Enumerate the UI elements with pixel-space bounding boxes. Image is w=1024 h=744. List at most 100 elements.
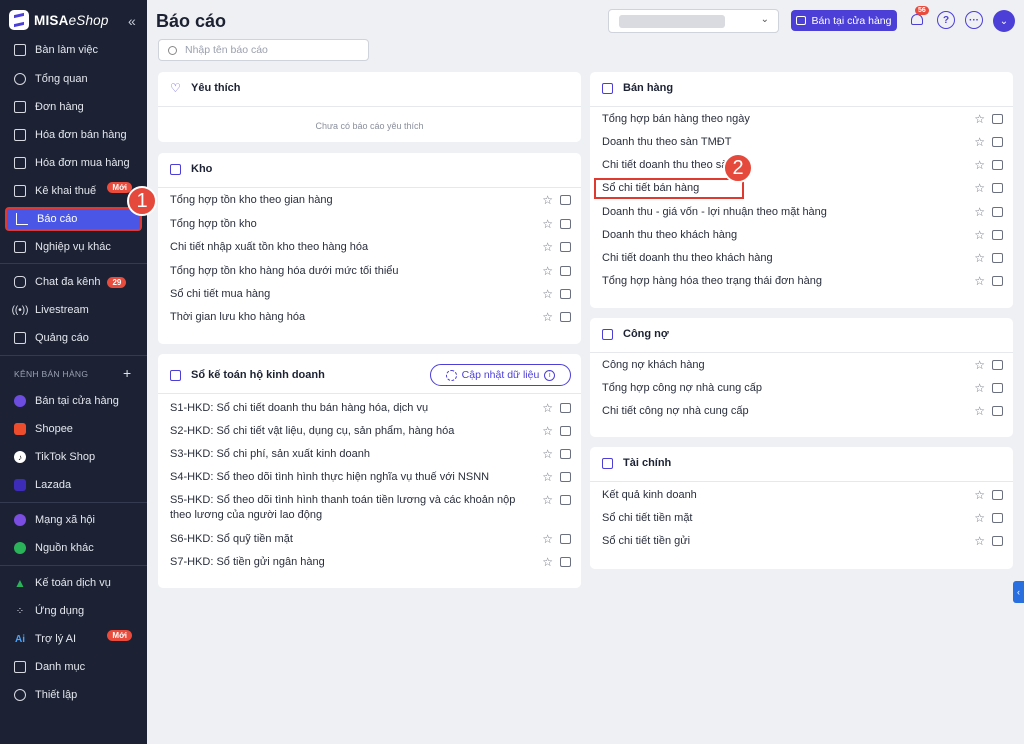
sidebar-item-store[interactable]: Bán tại cửa hàng	[5, 389, 142, 413]
star-icon[interactable]: ☆	[542, 288, 553, 300]
report-row[interactable]: Tổng hợp công nợ nhà cung cấp ☆	[602, 381, 1003, 401]
report-name[interactable]: Sổ chi tiết mua hàng	[170, 287, 542, 302]
star-icon[interactable]: ☆	[542, 265, 553, 277]
report-row[interactable]: S1-HKD: Sổ chi tiết doanh thu bán hàng h…	[170, 401, 571, 421]
image-icon[interactable]	[560, 449, 571, 459]
sidebar-item-orders[interactable]: Đơn hàng	[5, 95, 142, 119]
star-icon[interactable]: ☆	[974, 512, 985, 524]
star-icon[interactable]: ☆	[974, 206, 985, 218]
brand-logo[interactable]: MISAeShop	[0, 0, 147, 40]
star-icon[interactable]: ☆	[974, 182, 985, 194]
image-icon[interactable]	[560, 219, 571, 229]
report-row[interactable]: Chi tiết doanh thu theo sàn ☆	[602, 158, 1003, 178]
sidebar-item-lazada[interactable]: Lazada	[5, 473, 142, 497]
report-row[interactable]: Tổng hợp bán hàng theo ngày ☆	[602, 112, 1003, 132]
report-name[interactable]: Chi tiết doanh thu theo sàn	[602, 158, 974, 173]
report-name[interactable]: S5-HKD: Sổ theo dõi tình hình thanh toán…	[170, 493, 542, 523]
star-icon[interactable]: ☆	[974, 535, 985, 547]
report-name[interactable]: Thời gian lưu kho hàng hóa	[170, 310, 542, 325]
image-icon[interactable]	[560, 495, 571, 505]
star-icon[interactable]: ☆	[542, 402, 553, 414]
star-icon[interactable]: ☆	[974, 159, 985, 171]
report-name[interactable]: S2-HKD: Sổ chi tiết vật liệu, dụng cụ, s…	[170, 424, 542, 439]
image-icon[interactable]	[992, 183, 1003, 193]
report-row[interactable]: S5-HKD: Sổ theo dõi tình hình thanh toán…	[170, 493, 571, 527]
star-icon[interactable]: ☆	[542, 425, 553, 437]
sidebar-item-shopee[interactable]: Shopee	[5, 417, 142, 441]
info-icon[interactable]: i	[544, 369, 556, 381]
image-icon[interactable]	[992, 253, 1003, 263]
expand-panel-chevron-icon[interactable]: ‹	[1013, 581, 1024, 603]
more-icon[interactable]: ···	[965, 11, 983, 29]
report-row[interactable]: Chi tiết doanh thu theo khách hàng ☆	[602, 251, 1003, 271]
image-icon[interactable]	[992, 137, 1003, 147]
star-icon[interactable]: ☆	[974, 113, 985, 125]
sidebar-item-ai[interactable]: Ai Trợ lý AI Mới	[5, 627, 142, 651]
update-data-button[interactable]: Cập nhật dữ liệu i	[430, 364, 571, 386]
sell-in-store-button[interactable]: Bán tại cửa hàng	[791, 10, 897, 31]
report-name[interactable]: Tổng hợp hàng hóa theo trạng thái đơn hà…	[602, 274, 974, 289]
report-name[interactable]: Tổng hợp tồn kho theo gian hàng	[170, 193, 542, 208]
sidebar-item-tiktok[interactable]: ♪ TikTok Shop	[5, 445, 142, 469]
report-name[interactable]: S4-HKD: Sổ theo dõi tình hình thực hiện …	[170, 470, 542, 485]
star-icon[interactable]: ☆	[542, 471, 553, 483]
store-select[interactable]: ⌄	[608, 9, 779, 33]
image-icon[interactable]	[560, 289, 571, 299]
report-name[interactable]: Doanh thu theo khách hàng	[602, 228, 974, 243]
report-row[interactable]: S3-HKD: Sổ chi phí, sản xuất kinh doanh ☆	[170, 447, 571, 467]
image-icon[interactable]	[992, 207, 1003, 217]
report-name[interactable]: Tổng hợp tồn kho	[170, 217, 542, 232]
report-name[interactable]: Tổng hợp công nợ nhà cung cấp	[602, 381, 974, 396]
star-icon[interactable]: ☆	[542, 194, 553, 206]
sidebar-item-purchase-invoices[interactable]: Hóa đơn mua hàng	[5, 151, 142, 175]
sidebar-item-social[interactable]: Mạng xã hội	[5, 508, 142, 532]
star-icon[interactable]: ☆	[542, 533, 553, 545]
image-icon[interactable]	[560, 534, 571, 544]
image-icon[interactable]	[992, 490, 1003, 500]
sidebar-item-tax[interactable]: Kê khai thuế Mới	[5, 179, 142, 203]
image-icon[interactable]	[560, 242, 571, 252]
report-row[interactable]: S7-HKD: Sổ tiền gửi ngân hàng ☆	[170, 555, 571, 575]
avatar[interactable]: ⌄	[993, 10, 1015, 32]
add-channel-icon[interactable]: +	[123, 365, 131, 381]
image-icon[interactable]	[560, 472, 571, 482]
report-row[interactable]: Tổng hợp tồn kho theo gian hàng ☆	[170, 193, 571, 213]
star-icon[interactable]: ☆	[974, 275, 985, 287]
image-icon[interactable]	[992, 513, 1003, 523]
report-row[interactable]: Tổng hợp tồn kho ☆	[170, 217, 571, 237]
image-icon[interactable]	[560, 426, 571, 436]
report-row[interactable]: Chi tiết nhập xuất tồn kho theo hàng hóa…	[170, 240, 571, 260]
sidebar-item-accounting[interactable]: ▲ Kế toán dịch vụ	[5, 571, 142, 595]
report-name[interactable]: Doanh thu - giá vốn - lợi nhuận theo mặt…	[602, 205, 974, 220]
report-name[interactable]: Công nợ khách hàng	[602, 358, 974, 373]
image-icon[interactable]	[992, 383, 1003, 393]
sidebar-item-apps[interactable]: ⁘ Ứng dụng	[5, 599, 142, 623]
star-icon[interactable]: ☆	[974, 382, 985, 394]
report-name[interactable]: Chi tiết doanh thu theo khách hàng	[602, 251, 974, 266]
image-icon[interactable]	[560, 195, 571, 205]
report-row[interactable]: Thời gian lưu kho hàng hóa ☆	[170, 310, 571, 330]
report-name[interactable]: Doanh thu theo sàn TMĐT	[602, 135, 974, 150]
notification-bell-icon[interactable]: 56	[909, 6, 929, 28]
star-icon[interactable]: ☆	[974, 229, 985, 241]
report-row[interactable]: Sổ chi tiết mua hàng ☆	[170, 287, 571, 307]
report-row[interactable]: S6-HKD: Sổ quỹ tiền mặt ☆	[170, 532, 571, 552]
report-row[interactable]: Tổng hợp hàng hóa theo trạng thái đơn hà…	[602, 274, 1003, 294]
report-row[interactable]: Tổng hợp tồn kho hàng hóa dưới mức tối t…	[170, 264, 571, 284]
report-name[interactable]: Tổng hợp bán hàng theo ngày	[602, 112, 974, 127]
star-icon[interactable]: ☆	[974, 489, 985, 501]
report-row[interactable]: Doanh thu - giá vốn - lợi nhuận theo mặt…	[602, 205, 1003, 225]
image-icon[interactable]	[560, 557, 571, 567]
star-icon[interactable]: ☆	[542, 311, 553, 323]
report-name[interactable]: Chi tiết công nợ nhà cung cấp	[602, 404, 974, 419]
star-icon[interactable]: ☆	[974, 405, 985, 417]
image-icon[interactable]	[992, 406, 1003, 416]
report-name[interactable]: S6-HKD: Sổ quỹ tiền mặt	[170, 532, 542, 547]
report-row[interactable]: Sổ chi tiết tiền mặt ☆	[602, 511, 1003, 531]
image-icon[interactable]	[992, 276, 1003, 286]
report-name[interactable]: S7-HKD: Sổ tiền gửi ngân hàng	[170, 555, 542, 570]
report-name[interactable]: Kết quả kinh doanh	[602, 488, 974, 503]
sidebar-item-reports[interactable]: Báo cáo	[5, 207, 142, 231]
star-icon[interactable]: ☆	[542, 556, 553, 568]
star-icon[interactable]: ☆	[974, 252, 985, 264]
